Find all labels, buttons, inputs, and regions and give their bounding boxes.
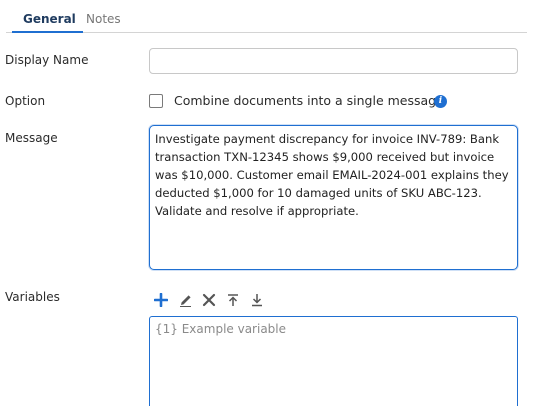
variables-textarea[interactable] — [149, 316, 518, 406]
move-down-icon[interactable] — [249, 292, 265, 308]
combine-documents-checkbox[interactable] — [149, 94, 163, 108]
tab-bar: General Notes — [6, 0, 527, 33]
message-label: Message — [5, 131, 58, 145]
delete-icon[interactable] — [201, 292, 217, 308]
display-name-label: Display Name — [5, 53, 89, 67]
option-label: Option — [5, 94, 46, 108]
active-tab-indicator — [12, 31, 83, 33]
combine-documents-label[interactable]: Combine documents into a single message — [174, 93, 444, 108]
variables-label: Variables — [5, 290, 60, 304]
display-name-input[interactable] — [149, 48, 518, 74]
variables-toolbar — [153, 292, 265, 308]
tab-notes[interactable]: Notes — [86, 12, 121, 26]
message-textarea[interactable] — [149, 125, 518, 270]
move-up-icon[interactable] — [225, 292, 241, 308]
info-icon[interactable]: i — [434, 95, 447, 108]
edit-icon[interactable] — [177, 292, 193, 308]
tab-general[interactable]: General — [23, 12, 76, 26]
add-icon[interactable] — [153, 292, 169, 308]
